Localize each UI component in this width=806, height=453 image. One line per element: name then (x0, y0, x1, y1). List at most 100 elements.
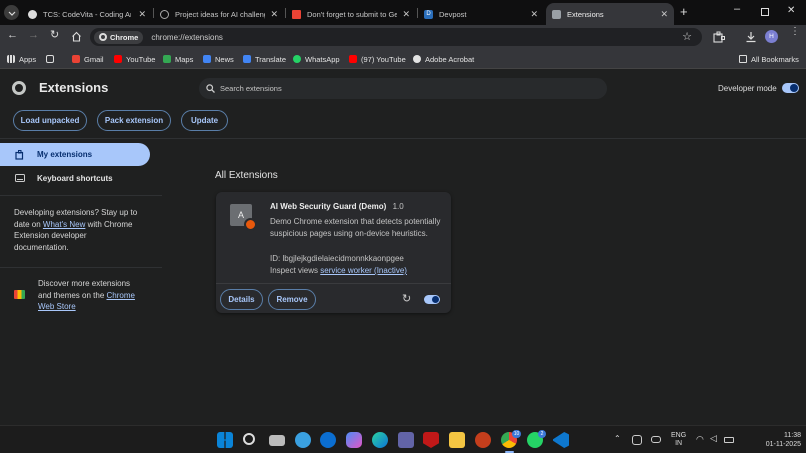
web-store-icon (14, 290, 25, 299)
tab-label: Extensions (567, 9, 604, 19)
mcafee-icon[interactable] (423, 432, 439, 448)
task-view-icon[interactable] (269, 435, 285, 446)
tab-codevita[interactable]: TCS: CodeVita - Coding Arena ✕ (22, 3, 152, 25)
acrobat-icon (413, 55, 421, 63)
puzzle-icon (552, 9, 561, 19)
devpost-icon: D (424, 9, 433, 19)
restore-button[interactable] (761, 8, 769, 16)
bookmark-maps[interactable]: Maps (163, 52, 193, 66)
clock-date: 01-11-2025 (765, 441, 801, 448)
folder-icon (739, 55, 747, 63)
all-bookmarks[interactable]: All Bookmarks (739, 52, 799, 66)
close-icon[interactable]: ✕ (270, 9, 278, 20)
whatsapp-icon (293, 55, 301, 63)
bookmark-apps[interactable]: Apps (7, 52, 36, 66)
windows-taskbar: 10 2 ⌃ ENG IN ◠ ◁ 11:38 01-11-2025 (0, 425, 806, 453)
tab-groups-icon[interactable] (46, 52, 58, 66)
tab-label: Don't forget to submit to Gen (307, 9, 397, 19)
language-indicator[interactable]: ENG IN (671, 432, 686, 448)
avatar[interactable]: H (765, 30, 778, 43)
bookmark-whatsapp[interactable]: WhatsApp (293, 52, 340, 66)
avatar-initial: H (769, 33, 774, 40)
card-divider (216, 283, 451, 284)
taskbar-search-icon[interactable] (243, 433, 255, 445)
youtube-icon (349, 55, 357, 63)
reload-button[interactable]: ↻ (50, 28, 59, 41)
extension-enable-toggle[interactable] (424, 295, 440, 304)
extension-version: 1.0 (392, 202, 404, 211)
toggle-knob (790, 84, 798, 92)
tab-extensions[interactable]: Extensions ✕ (546, 3, 674, 25)
load-unpacked-button[interactable]: Load unpacked (13, 110, 87, 131)
bookmark-youtube[interactable]: YouTube (114, 52, 155, 66)
bookmark-translate[interactable]: Translate (243, 52, 286, 66)
developer-note: Developing extensions? Stay up to date o… (14, 207, 138, 253)
close-icon[interactable]: ✕ (660, 9, 668, 20)
download-icon[interactable] (745, 31, 757, 43)
tab-devpost[interactable]: D Devpost ✕ (418, 3, 544, 25)
windows-start-icon[interactable] (217, 432, 233, 448)
close-icon[interactable]: ✕ (402, 9, 410, 20)
inspect-label: Inspect views (270, 266, 321, 275)
close-icon[interactable]: ✕ (530, 9, 538, 20)
bookmark-label: Maps (175, 54, 194, 64)
tray-app-icon[interactable] (632, 435, 642, 445)
section-title: All Extensions (215, 170, 278, 181)
widgets-icon[interactable] (295, 432, 311, 448)
close-window-button[interactable]: ✕ (787, 5, 795, 16)
keyboard-icon[interactable] (651, 436, 661, 443)
tab-search-button[interactable] (4, 5, 19, 20)
close-icon[interactable]: ✕ (138, 9, 146, 20)
file-explorer-icon[interactable] (449, 432, 465, 448)
forward-button[interactable]: → (28, 29, 39, 41)
bookmark-acrobat[interactable]: Adobe Acrobat (413, 52, 474, 66)
reload-icon[interactable]: ↻ (402, 292, 411, 305)
gmail-icon (292, 9, 301, 19)
sidebar-item-my-extensions[interactable]: My extensions (0, 143, 150, 166)
clock[interactable]: 11:38 01-11-2025 (755, 431, 801, 449)
bookmark-gmail[interactable]: Gmail (72, 52, 104, 66)
sidebar-item-label: My extensions (37, 150, 93, 159)
sidebar-divider (0, 195, 162, 196)
minimize-button[interactable]: – (734, 3, 740, 15)
back-button[interactable]: ← (7, 29, 18, 41)
sidebar-divider-2 (0, 267, 162, 268)
details-button[interactable]: Details (220, 289, 263, 310)
region-code: IN (675, 440, 683, 447)
tab-gmail[interactable]: Don't forget to submit to Gen ✕ (286, 3, 416, 25)
bookmark-news[interactable]: News (203, 52, 234, 66)
url-text: chrome://extensions (151, 32, 223, 42)
edge-icon[interactable] (372, 432, 388, 448)
menu-kebab-icon[interactable]: ⋮ (790, 27, 800, 37)
tray-chevron-up-icon[interactable]: ⌃ (614, 434, 621, 443)
search-input[interactable]: Search extensions (199, 78, 607, 99)
tab-bar: TCS: CodeVita - Coding Arena ✕ Project i… (0, 0, 806, 25)
star-icon[interactable]: ☆ (682, 30, 692, 43)
extensions-puzzle-icon[interactable] (713, 31, 725, 43)
sidebar-item-keyboard-shortcuts[interactable]: Keyboard shortcuts (0, 168, 150, 188)
home-icon[interactable] (71, 31, 82, 42)
tab-project-ideas[interactable]: Project ideas for AI challenge ✕ (154, 3, 284, 25)
unpacked-badge-icon (244, 218, 257, 231)
whats-new-link[interactable]: What's New (43, 220, 85, 229)
wifi-icon[interactable]: ◠ (696, 434, 704, 445)
powerpoint-icon[interactable] (475, 432, 491, 448)
copilot-icon[interactable] (346, 432, 362, 448)
address-bar[interactable]: Chrome chrome://extensions ☆ (90, 28, 702, 46)
battery-icon[interactable] (724, 437, 734, 443)
bookmark-label: News (215, 54, 234, 64)
developer-mode-toggle[interactable] (782, 83, 799, 93)
pack-extension-button[interactable]: Pack extension (97, 110, 171, 131)
bookmark-label: Adobe Acrobat (425, 54, 475, 64)
chrome-chip[interactable]: Chrome (94, 30, 144, 44)
hp-icon[interactable] (320, 432, 336, 448)
new-tab-button[interactable]: + (680, 4, 688, 19)
teams-icon[interactable] (398, 432, 414, 448)
bookmark-youtube-97[interactable]: (97) YouTube (349, 52, 406, 66)
service-worker-link[interactable]: service worker (Inactive) (320, 266, 407, 275)
bookmark-label: (97) YouTube (361, 54, 406, 64)
vscode-icon[interactable] (553, 432, 569, 448)
update-button[interactable]: Update (181, 110, 228, 131)
remove-button[interactable]: Remove (268, 289, 316, 310)
volume-icon[interactable]: ◁ (710, 433, 717, 444)
